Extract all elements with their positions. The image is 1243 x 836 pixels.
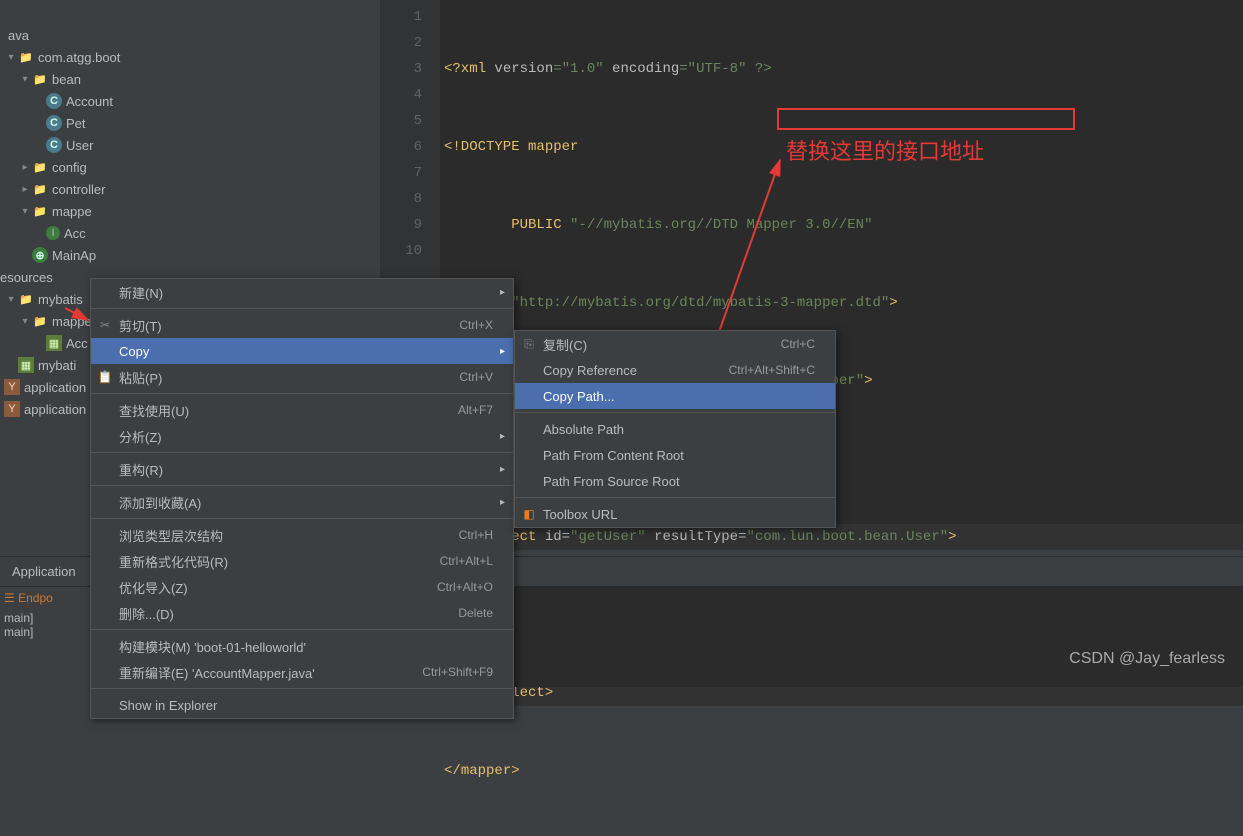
menu-favorites[interactable]: 添加到收藏(A)▸ xyxy=(91,489,513,515)
menu-refactor[interactable]: 重构(R)▸ xyxy=(91,456,513,482)
tree-label: config xyxy=(52,160,87,175)
class-icon: C xyxy=(46,93,62,109)
submenu-content-root[interactable]: Path From Content Root xyxy=(515,442,835,468)
cut-icon: ✂ xyxy=(97,318,113,332)
tree-label: application xyxy=(24,402,86,417)
tree-label: Account xyxy=(66,94,113,109)
menu-optimize[interactable]: 优化导入(Z)Ctrl+Alt+O xyxy=(91,574,513,600)
submenu-absolute-path[interactable]: Absolute Path xyxy=(515,416,835,442)
tree-label: esources xyxy=(0,270,53,285)
tree-label: com.atgg.boot xyxy=(38,50,120,65)
menu-copy[interactable]: Copy▸ xyxy=(91,338,513,364)
context-menu[interactable]: 新建(N)▸ ✂剪切(T)Ctrl+X Copy▸ 📋粘贴(P)Ctrl+V 查… xyxy=(90,278,514,719)
menu-show-explorer[interactable]: Show in Explorer xyxy=(91,692,513,718)
xml-icon: ▦ xyxy=(18,357,34,373)
interface-icon: I xyxy=(46,226,60,240)
folder-icon: 📁 xyxy=(32,181,48,197)
submenu-copy-reference[interactable]: Copy ReferenceCtrl+Alt+Shift+C xyxy=(515,357,835,383)
menu-recompile[interactable]: 重新编译(E) 'AccountMapper.java'Ctrl+Shift+F… xyxy=(91,659,513,685)
class-icon: C xyxy=(46,115,62,131)
yaml-icon: Y xyxy=(4,379,20,395)
tree-label: controller xyxy=(52,182,105,197)
menu-find-usages[interactable]: 查找使用(U)Alt+F7 xyxy=(91,397,513,423)
submenu-copy-path[interactable]: Copy Path... xyxy=(515,383,835,409)
folder-icon: 📁 xyxy=(32,71,48,87)
tree-label: Acc xyxy=(64,226,86,241)
xml-icon: ▦ xyxy=(46,335,62,351)
submenu-source-root[interactable]: Path From Source Root xyxy=(515,468,835,494)
tree-label: mappe xyxy=(52,204,92,219)
tree-label: application xyxy=(24,380,86,395)
class-icon: ⊕ xyxy=(32,247,48,263)
tree-label: mybati xyxy=(38,358,76,373)
tree-label: Pet xyxy=(66,116,86,131)
menu-browse[interactable]: 浏览类型层次结构Ctrl+H xyxy=(91,522,513,548)
tree-label: Acc xyxy=(66,336,88,351)
tree-label: bean xyxy=(52,72,81,87)
tree-label: MainAp xyxy=(52,248,96,263)
menu-build[interactable]: 构建模块(M) 'boot-01-helloworld' xyxy=(91,633,513,659)
watermark: CSDN @Jay_fearless xyxy=(1069,650,1225,668)
folder-icon: 📁 xyxy=(32,313,48,329)
copy-submenu[interactable]: ⎘复制(C)Ctrl+C Copy ReferenceCtrl+Alt+Shif… xyxy=(514,330,836,528)
menu-delete[interactable]: 删除...(D)Delete xyxy=(91,600,513,626)
tab-application[interactable]: Application xyxy=(4,564,84,579)
menu-cut[interactable]: ✂剪切(T)Ctrl+X xyxy=(91,312,513,338)
yaml-icon: Y xyxy=(4,401,20,417)
folder-icon: 📁 xyxy=(32,159,48,175)
tree-label: mybatis xyxy=(38,292,83,307)
copy-icon: ⎘ xyxy=(521,337,537,352)
folder-icon: 📁 xyxy=(18,291,34,307)
folder-icon: 📁 xyxy=(32,203,48,219)
menu-analyze[interactable]: 分析(Z)▸ xyxy=(91,423,513,449)
menu-paste[interactable]: 📋粘贴(P)Ctrl+V xyxy=(91,364,513,390)
folder-icon: 📁 xyxy=(18,49,34,65)
annotation-text: 替换这里的接口地址 xyxy=(786,134,984,166)
tab-endpoints[interactable]: ☰ Endpo xyxy=(4,591,86,605)
menu-new[interactable]: 新建(N)▸ xyxy=(91,279,513,305)
highlight-namespace xyxy=(777,108,1075,130)
tree-label: User xyxy=(66,138,93,153)
log-label: main] xyxy=(4,625,86,639)
paste-icon: 📋 xyxy=(97,370,113,384)
log-label: main] xyxy=(4,611,86,625)
tree-label: mappe xyxy=(52,314,92,329)
toolbox-icon: ◧ xyxy=(521,507,537,521)
submenu-toolbox-url[interactable]: ◧Toolbox URL xyxy=(515,501,835,527)
menu-reformat[interactable]: 重新格式化代码(R)Ctrl+Alt+L xyxy=(91,548,513,574)
class-icon: C xyxy=(46,137,62,153)
submenu-copy[interactable]: ⎘复制(C)Ctrl+C xyxy=(515,331,835,357)
